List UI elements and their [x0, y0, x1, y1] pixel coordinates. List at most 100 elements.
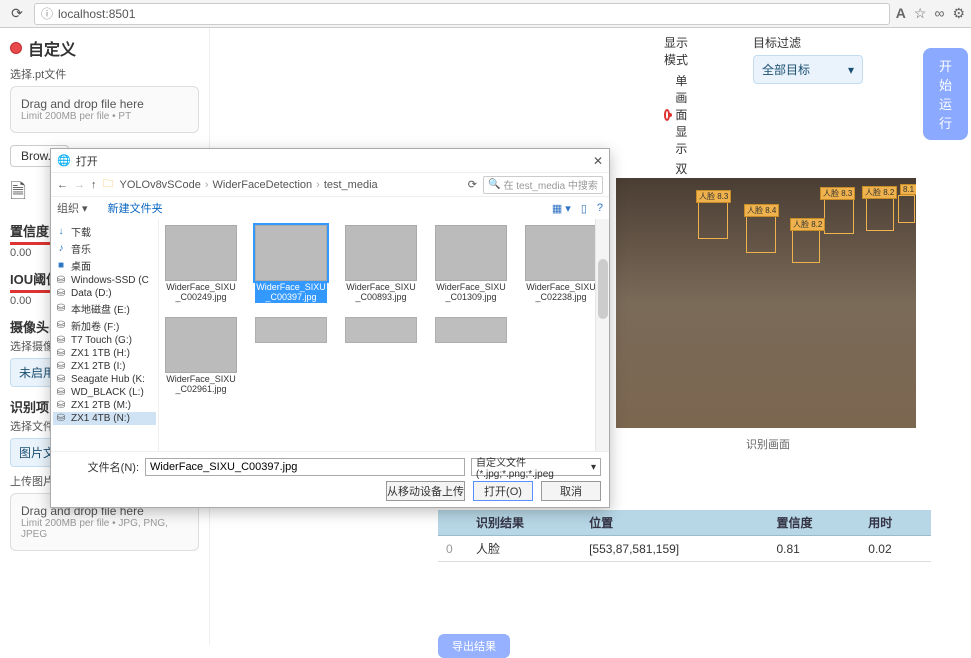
- site-info-icon: ⓘ: [41, 5, 53, 22]
- drive-icon: ⛁: [55, 361, 67, 372]
- new-folder-button[interactable]: 新建文件夹: [108, 200, 163, 216]
- tree-item[interactable]: ⛁ WD_BLACK (L:): [53, 386, 156, 399]
- file-thumbnail[interactable]: WiderFace_SIXU_C00249.jpg: [165, 225, 237, 303]
- detection-label: 8.1: [900, 184, 916, 195]
- file-thumbnail[interactable]: [255, 317, 327, 395]
- thumbnail-image: [255, 225, 327, 281]
- dialog-search[interactable]: 🔍 在 test_media 中搜索: [483, 176, 603, 194]
- file-open-dialog: 🌐 打开 ✕ ← → ↑ 🗀 YOLOv8vSCode›WiderFaceDet…: [50, 148, 610, 508]
- tree-item-label: WD_BLACK (L:): [71, 387, 144, 398]
- file-thumbnail[interactable]: WiderFace_SIXU_C01309.jpg: [435, 225, 507, 303]
- preview-pane-icon[interactable]: ▯: [581, 202, 587, 215]
- table-header-row: 识别结果 位置 置信度 用时: [438, 510, 931, 536]
- reading-mode-icon[interactable]: A: [896, 5, 906, 22]
- nav-back-icon[interactable]: ←: [57, 179, 68, 191]
- export-button[interactable]: 导出结果: [438, 634, 510, 658]
- run-button[interactable]: 开始运行: [923, 48, 968, 140]
- help-icon[interactable]: ?: [597, 202, 603, 215]
- target-select[interactable]: 全部目标 ▾: [753, 55, 863, 84]
- file-thumbnail[interactable]: WiderFace_SIXU_C00397.jpg: [255, 225, 327, 303]
- filename-label: 文件名(N):: [59, 459, 139, 475]
- col-time: 用时: [860, 510, 931, 536]
- url-text: localhost:8501: [58, 7, 135, 21]
- tree-item[interactable]: ⛁T7 Touch (G:): [53, 334, 156, 347]
- nav-forward-icon[interactable]: →: [74, 179, 85, 191]
- url-bar[interactable]: ⓘ localhost:8501: [34, 3, 890, 25]
- reload-icon[interactable]: ⟳: [6, 3, 28, 25]
- tree-item[interactable]: ⛁Seagate Hub (K:: [53, 373, 156, 386]
- detection-label: 人脸 8.2: [862, 186, 897, 199]
- tree-item[interactable]: ⛁本地磁盘 (E:): [53, 300, 156, 317]
- thumbnail-image: [525, 225, 597, 281]
- file-thumbnail[interactable]: [345, 317, 417, 395]
- tree-item[interactable]: ⛁ZX1 4TB (N:): [53, 412, 156, 425]
- display-mode-label: 显示模式: [664, 34, 693, 68]
- breadcrumb[interactable]: YOLOv8vSCode›WiderFaceDetection›test_med…: [120, 179, 462, 191]
- view-mode-icon[interactable]: ▦ ▾: [552, 202, 571, 215]
- close-icon[interactable]: ✕: [593, 154, 603, 168]
- table-cell: [553,87,581,159]: [581, 536, 768, 562]
- file-thumbnail[interactable]: WiderFace_SIXU_C02961.jpg: [165, 317, 237, 395]
- drive-icon: ⛁: [55, 320, 67, 331]
- pt-drop-area[interactable]: Drag and drop file here Limit 200MB per …: [10, 86, 199, 133]
- dialog-title: 打开: [76, 153, 98, 169]
- col-confidence: 置信度: [768, 510, 860, 536]
- drive-icon: ⛁: [55, 387, 67, 398]
- detection-box: [792, 229, 820, 263]
- file-thumbnail[interactable]: WiderFace_SIXU_C00893.jpg: [345, 225, 417, 303]
- dialog-file-grid[interactable]: WiderFace_SIXU_C00249.jpgWiderFace_SIXU_…: [159, 219, 609, 451]
- tree-item[interactable]: ⛁ZX1 2TB (M:): [53, 399, 156, 412]
- dialog-titlebar: 🌐 打开 ✕: [51, 149, 609, 173]
- pt-file-label: 选择.pt文件: [10, 66, 199, 82]
- dialog-toolbar: 组织 ▾ 新建文件夹 ▦ ▾ ▯ ?: [51, 197, 609, 219]
- thumbnail-image: [345, 317, 417, 343]
- organize-menu[interactable]: 组织 ▾: [57, 200, 88, 216]
- scrollbar[interactable]: [595, 219, 609, 451]
- bookmark-icon[interactable]: ☆: [914, 5, 927, 22]
- tree-item-label: 新加卷 (F:): [71, 318, 119, 333]
- tree-item-label: 下载: [71, 224, 91, 239]
- breadcrumb-segment[interactable]: test_media: [324, 179, 378, 191]
- thumbnail-caption: WiderFace_SIXU_C00893.jpg: [345, 283, 417, 303]
- settings-icon[interactable]: ⚙: [952, 5, 965, 22]
- table-row: 0人脸[553,87,581,159]0.810.02: [438, 536, 931, 562]
- drive-icon: ♪: [55, 243, 67, 254]
- tree-item[interactable]: ⛁ 新加卷 (F:): [53, 317, 156, 334]
- tree-item[interactable]: ⛁Windows-SSD (C: [53, 274, 156, 287]
- table-cell: 人脸: [468, 536, 581, 562]
- file-thumbnail[interactable]: WiderFace_SIXU_C02238.jpg: [525, 225, 597, 303]
- tree-item-label: T7 Touch (G:): [71, 335, 132, 346]
- table-cell: 0.02: [860, 536, 931, 562]
- thumbnail-image: [165, 317, 237, 373]
- refresh-icon[interactable]: ⟳: [468, 178, 477, 191]
- cancel-button[interactable]: 取消: [541, 481, 601, 501]
- tree-item[interactable]: ⛁ZX1 2TB (I:): [53, 360, 156, 373]
- filename-input[interactable]: [145, 458, 465, 476]
- thumbnail-image: [165, 225, 237, 281]
- infinity-icon[interactable]: ∞: [934, 5, 944, 22]
- dialog-tree[interactable]: ↓下载♪音乐■桌面⛁Windows-SSD (C⛁Data (D:)⛁本地磁盘 …: [51, 219, 159, 451]
- col-position: 位置: [581, 510, 768, 536]
- thumbnail-image: [435, 225, 507, 281]
- tree-item[interactable]: ♪音乐: [53, 240, 156, 257]
- tree-item[interactable]: ■桌面: [53, 257, 156, 274]
- tree-item-label: 桌面: [71, 258, 91, 273]
- tree-item-label: Seagate Hub (K:: [71, 374, 145, 385]
- radio-single[interactable]: 单画面显示: [664, 72, 693, 157]
- tree-item[interactable]: ↓下载: [53, 223, 156, 240]
- thumbnail-caption: WiderFace_SIXU_C02238.jpg: [525, 283, 597, 303]
- detection-label: 人脸 8.4: [744, 204, 779, 217]
- target-select-value: 全部目标: [762, 61, 810, 78]
- breadcrumb-segment[interactable]: YOLOv8vSCode: [120, 179, 201, 191]
- open-button[interactable]: 打开(O): [473, 481, 533, 501]
- file-thumbnail[interactable]: [435, 317, 507, 395]
- scrollbar-thumb[interactable]: [598, 259, 608, 319]
- tree-item[interactable]: ⛁Data (D:): [53, 287, 156, 300]
- breadcrumb-segment[interactable]: WiderFaceDetection: [213, 179, 313, 191]
- nav-up-icon[interactable]: ↑: [91, 179, 97, 191]
- tree-item[interactable]: ⛁ZX1 1TB (H:): [53, 347, 156, 360]
- upload-mobile-button[interactable]: 从移动设备上传: [386, 481, 465, 501]
- tree-item-label: Windows-SSD (C: [71, 275, 149, 286]
- pt-drag-sub: Limit 200MB per file • PT: [21, 111, 188, 122]
- filetype-select[interactable]: 自定义文件 (*.jpg;*.png;*.jpeg ▾: [471, 458, 601, 476]
